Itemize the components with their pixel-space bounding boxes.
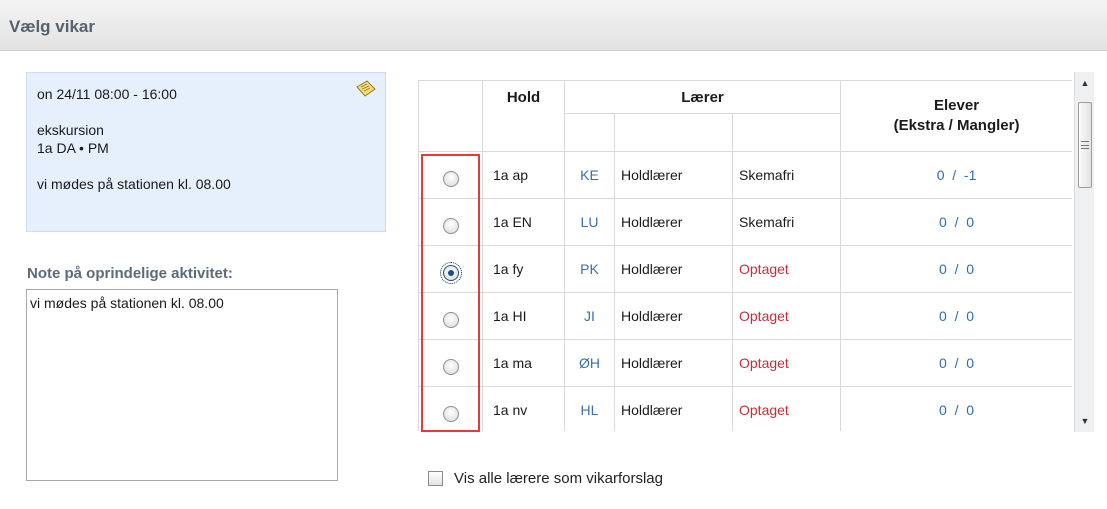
teacher-initials-cell[interactable]: JI [564,292,615,340]
teacher-role-cell: Holdlærer [614,386,733,431]
elever-count-cell: 0 / -1 [840,151,1072,199]
scroll-down-arrow-icon[interactable]: ▼ [1075,412,1095,430]
hold-cell: 1a nv [482,386,565,431]
teacher-role-cell: Holdlærer [614,245,733,293]
teacher-initials-cell[interactable]: LU [564,198,615,246]
table-row[interactable]: 1a fy PK Holdlærer Optaget 0 / 0 [418,245,1072,293]
row-select-cell[interactable] [418,292,483,340]
row-select-cell[interactable] [418,386,483,431]
teacher-status-cell: Optaget [731,292,842,340]
table-row[interactable]: 1a ma ØH Holdlærer Optaget 0 / 0 [418,339,1072,387]
teacher-initials-cell[interactable]: PK [564,245,615,293]
select-radio[interactable] [442,218,459,234]
show-all-label[interactable]: Vis alle lærere som vikarforslag [454,470,663,487]
table-row[interactable]: 1a nv HL Holdlærer Optaget 0 / 0 [418,386,1072,431]
hold-cell: 1a EN [482,198,565,246]
row-select-cell[interactable] [418,339,483,387]
row-select-cell[interactable] [418,245,483,293]
laerer-role-subheader [614,113,733,152]
teacher-role-cell: Holdlærer [614,151,733,199]
laerer-column-header: Lærer [563,80,842,114]
elever-count-cell: 0 / 0 [840,339,1072,387]
elever-header-sub: (Ekstra / Mangler) [893,117,1020,134]
activity-type: ekskursion [37,122,104,138]
elever-count-cell: 0 / 0 [840,292,1072,340]
select-radio[interactable] [442,312,459,328]
select-radio[interactable] [442,171,459,187]
original-note-textarea[interactable]: vi mødes på stationen kl. 08.00 [26,289,338,481]
laerer-status-subheader [731,113,842,152]
show-all-option[interactable]: Vis alle lærere som vikarforslag [428,470,663,487]
teacher-role-cell: Holdlærer [614,339,733,387]
teacher-initials-cell[interactable]: ØH [564,339,615,387]
teacher-role-cell: Holdlærer [614,292,733,340]
note-label: Note på oprindelige aktivitet: [27,265,233,282]
table-row[interactable]: 1a ap KE Holdlærer Skemafri 0 / -1 [418,151,1072,199]
elever-header-label: Elever [934,97,980,114]
hold-cell: 1a fy [482,245,565,293]
table-scrollbar[interactable]: ▲ ▼ [1074,72,1094,432]
elever-count-cell: 0 / 0 [840,198,1072,246]
teacher-initials-cell[interactable]: KE [564,151,615,199]
hold-cell: 1a ap [482,151,565,199]
activity-time: on 24/11 08:00 - 16:00 [37,86,177,102]
dialog-title: Vælg vikar [9,17,95,36]
elever-count-cell: 0 / 0 [840,386,1072,431]
select-radio[interactable] [442,359,459,375]
teacher-status-cell: Optaget [731,386,842,431]
note-icon[interactable] [355,80,377,98]
select-radio[interactable] [442,406,459,422]
elever-count-cell: 0 / 0 [840,245,1072,293]
laerer-initials-subheader [564,113,615,152]
hold-column-header: Hold [482,80,565,152]
activity-note: vi mødes på stationen kl. 08.00 [37,176,231,192]
row-select-cell[interactable] [418,198,483,246]
table-row[interactable]: 1a EN LU Holdlærer Skemafri 0 / 0 [418,198,1072,246]
hold-cell: 1a ma [482,339,565,387]
scrollbar-thumb[interactable] [1078,102,1092,188]
substitute-table: Hold Lærer Elever (Ekstra / Mangler) 1a … [418,80,1072,431]
teacher-status-cell: Skemafri [731,198,842,246]
hold-cell: 1a HI [482,292,565,340]
grip-icon [1081,141,1089,149]
row-select-cell[interactable] [418,151,483,199]
teacher-initials-cell[interactable]: HL [564,386,615,431]
activity-info-box: on 24/11 08:00 - 16:00 ekskursion 1a DA … [26,72,386,232]
select-column-header [418,80,483,152]
select-radio[interactable] [439,262,462,284]
scroll-up-arrow-icon[interactable]: ▲ [1075,74,1095,92]
teacher-status-cell: Optaget [731,245,842,293]
teacher-role-cell: Holdlærer [614,198,733,246]
teacher-status-cell: Optaget [731,339,842,387]
elever-column-header: Elever (Ekstra / Mangler) [840,80,1072,152]
teacher-status-cell: Skemafri [731,151,842,199]
show-all-checkbox[interactable] [428,471,443,486]
dialog-header: Vælg vikar [0,0,1107,51]
table-row[interactable]: 1a HI JI Holdlærer Optaget 0 / 0 [418,292,1072,340]
activity-class: 1a DA • PM [37,140,109,156]
